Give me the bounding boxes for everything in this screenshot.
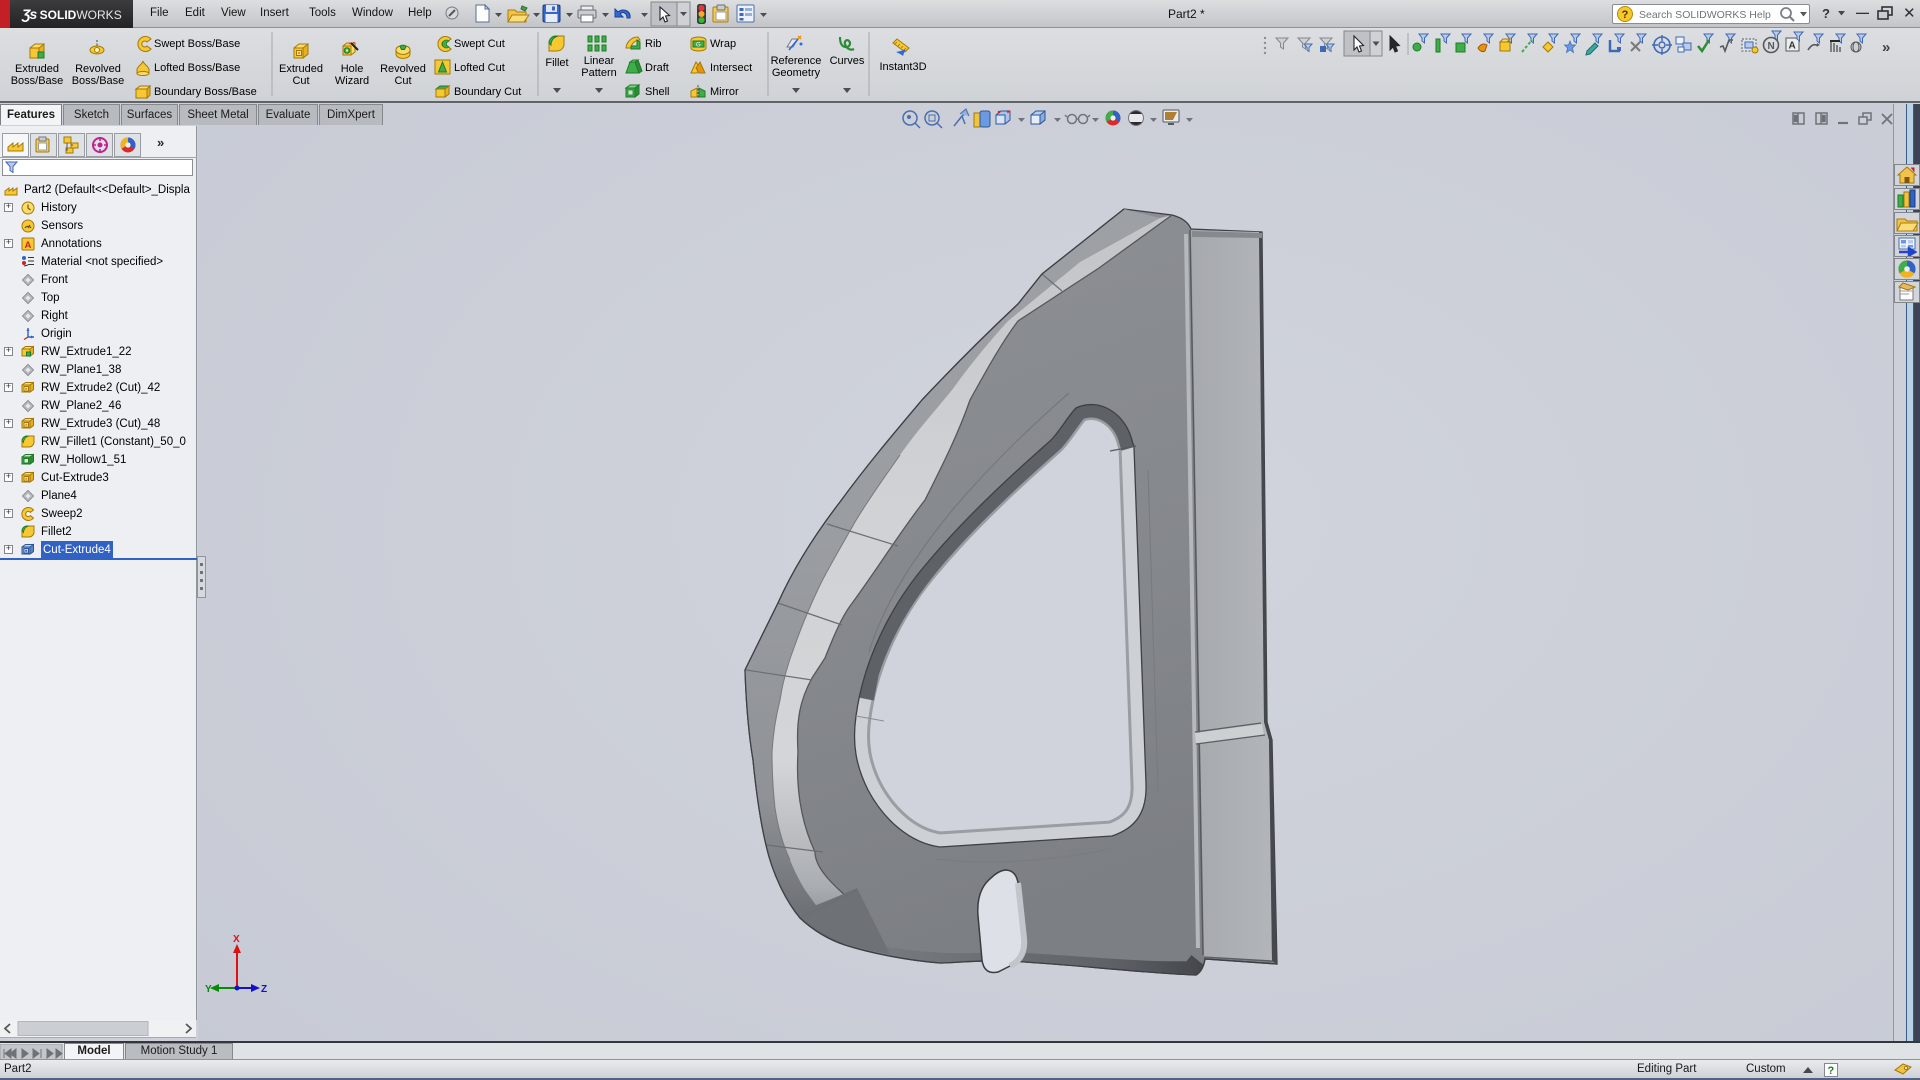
svg-text:»: » <box>1882 39 1890 56</box>
svg-text:Lofted Boss/Base: Lofted Boss/Base <box>154 62 240 74</box>
svg-text:Y: Y <box>205 984 212 995</box>
svg-text:Rib: Rib <box>645 38 662 50</box>
svg-text:X: X <box>233 934 240 945</box>
svg-text:Boss/Base: Boss/Base <box>72 75 125 87</box>
svg-text:Instant3D: Instant3D <box>879 61 926 73</box>
svg-text:Wizard: Wizard <box>335 75 369 87</box>
svg-text:Wrap: Wrap <box>710 38 736 50</box>
svg-text:Boss/Base: Boss/Base <box>11 75 64 87</box>
svg-text:Linear: Linear <box>584 55 615 67</box>
svg-text:Shell: Shell <box>645 86 669 98</box>
svg-text:Intersect: Intersect <box>710 62 752 74</box>
svg-text:Swept Cut: Swept Cut <box>454 38 505 50</box>
svg-text:Lofted Cut: Lofted Cut <box>454 62 505 74</box>
svg-text:?: ? <box>1622 9 1629 21</box>
svg-text:Cut: Cut <box>292 75 309 87</box>
svg-text:Revolved: Revolved <box>380 63 426 75</box>
svg-text:Pattern: Pattern <box>581 67 616 79</box>
svg-text:Reference: Reference <box>771 55 822 67</box>
svg-text:Boundary Cut: Boundary Cut <box>454 86 521 98</box>
svg-text:N: N <box>1768 41 1775 52</box>
svg-text:Cut: Cut <box>394 75 411 87</box>
svg-text:?: ? <box>1828 1065 1835 1077</box>
svg-text:Curves: Curves <box>830 55 865 67</box>
svg-text:Mirror: Mirror <box>710 86 739 98</box>
svg-text:Extruded: Extruded <box>279 63 323 75</box>
svg-text:Z: Z <box>261 984 267 995</box>
svg-text:Boundary Boss/Base: Boundary Boss/Base <box>154 86 257 98</box>
svg-text:Revolved: Revolved <box>75 63 121 75</box>
svg-text:Draft: Draft <box>645 62 669 74</box>
svg-text:Geometry: Geometry <box>772 67 821 79</box>
svg-text:Extruded: Extruded <box>15 63 59 75</box>
svg-text:Hole: Hole <box>341 63 364 75</box>
svg-text:Swept Boss/Base: Swept Boss/Base <box>154 38 240 50</box>
svg-text:G: G <box>696 43 701 49</box>
svg-text:A: A <box>1789 41 1796 52</box>
svg-text:Fillet: Fillet <box>545 57 568 69</box>
